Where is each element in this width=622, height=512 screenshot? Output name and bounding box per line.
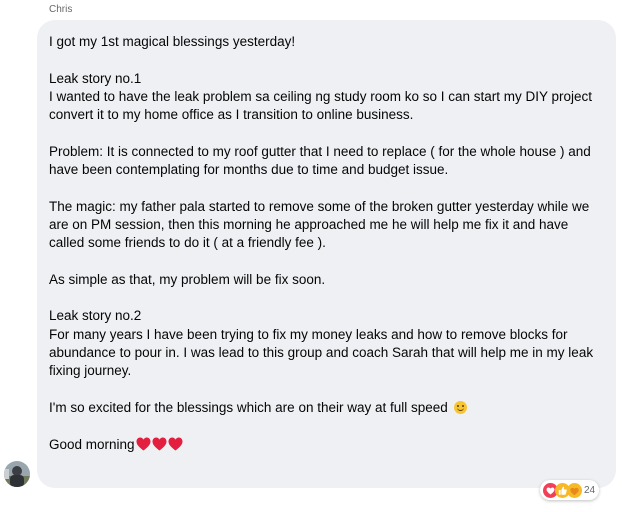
- message-text: Good morning: [49, 436, 135, 452]
- reactions-summary[interactable]: 24: [540, 480, 600, 500]
- sender-name[interactable]: Chris: [49, 4, 72, 16]
- message-paragraph: Leak story no.2 For many years I have be…: [49, 308, 594, 379]
- message-paragraph: As simple as that, my problem will be fi…: [49, 271, 326, 287]
- message-text: I'm so excited for the blessings which a…: [49, 399, 448, 415]
- message-paragraph-greeting: Good morning: [49, 436, 604, 454]
- care-reaction-icon: [567, 482, 582, 498]
- sender-avatar[interactable]: [4, 461, 30, 487]
- message-bubble: I got my 1st magical blessings yesterday…: [37, 20, 616, 488]
- message-paragraph: The magic: my father pala started to rem…: [49, 198, 590, 251]
- red-heart-emoji-icon: [136, 437, 151, 451]
- message-paragraph: Problem: It is connected to my roof gutt…: [49, 143, 591, 178]
- smiley-emoji-icon: [453, 400, 467, 414]
- message-paragraph: I got my 1st magical blessings yesterday…: [49, 34, 296, 49]
- message-paragraph: Leak story no.1 I wanted to have the lea…: [49, 70, 593, 123]
- message-paragraph-excited: I'm so excited for the blessings which a…: [49, 399, 604, 417]
- red-heart-emoji-icon: [168, 437, 183, 451]
- reaction-count: 24: [584, 484, 596, 496]
- avatar-image: [4, 461, 30, 487]
- red-heart-emoji-icon: [152, 437, 167, 451]
